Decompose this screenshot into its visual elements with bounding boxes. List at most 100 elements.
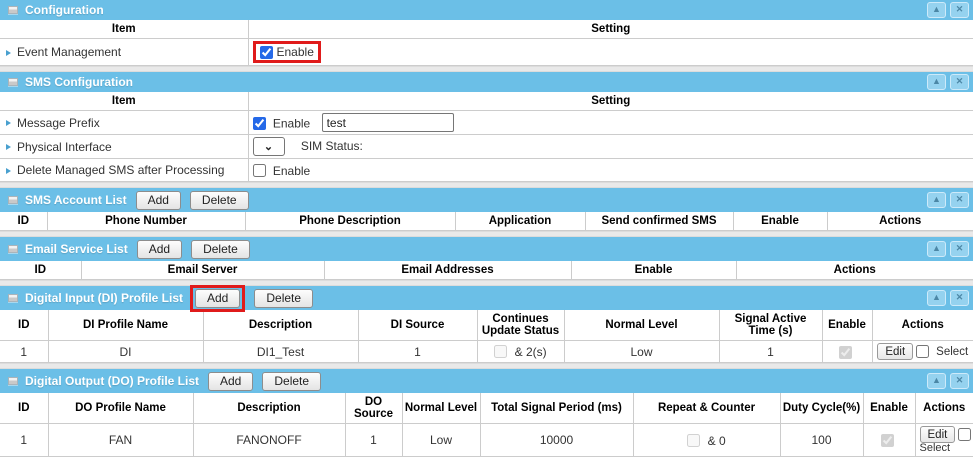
- red-highlight-box: Enable: [253, 41, 321, 63]
- event-management-label: Event Management: [17, 45, 121, 59]
- email-service-add-button[interactable]: Add: [137, 240, 182, 259]
- delete-managed-sms-enable-checkbox[interactable]: [253, 164, 266, 177]
- di-continues-update-cell: & 2(s): [477, 341, 564, 363]
- di-profile-list-section-title: Digital Input (DI) Profile List: [25, 291, 183, 305]
- window-icon: [8, 377, 18, 385]
- email-service-delete-button[interactable]: Delete: [191, 240, 250, 259]
- sms-account-add-button[interactable]: Add: [136, 191, 181, 210]
- do-select-checkbox[interactable]: [958, 428, 971, 441]
- email-service-list-section-header: Email Service List Add Delete ▲ ✕: [0, 237, 973, 261]
- di-id-cell: 1: [0, 341, 48, 363]
- configuration-section-header: Configuration ▲ ✕: [0, 0, 973, 20]
- close-section-button[interactable]: ✕: [950, 241, 969, 257]
- close-icon: ✕: [951, 2, 968, 16]
- close-section-button[interactable]: ✕: [950, 192, 969, 208]
- email-service-list-section: Email Service List Add Delete ▲ ✕ ID Ema…: [0, 237, 973, 280]
- sms-account-list-section: SMS Account List Add Delete ▲ ✕ ID Phone…: [0, 188, 973, 231]
- close-icon: ✕: [951, 241, 968, 255]
- physical-interface-label: Physical Interface: [17, 140, 112, 154]
- close-icon: ✕: [951, 192, 968, 206]
- event-management-enable-checkbox[interactable]: [260, 46, 273, 59]
- window-icon: [8, 294, 18, 302]
- column-header-item: Item: [0, 92, 248, 111]
- collapse-section-button[interactable]: ▲: [927, 290, 946, 306]
- delete-managed-sms-row: Delete Managed SMS after Processing Enab…: [0, 159, 973, 182]
- window-icon: [8, 196, 18, 204]
- do-profile-delete-button[interactable]: Delete: [262, 372, 321, 391]
- window-icon: [8, 245, 18, 253]
- column-header-total-signal-period: Total Signal Period (ms): [480, 393, 633, 424]
- sms-account-list-section-header: SMS Account List Add Delete ▲ ✕: [0, 188, 973, 212]
- sms-account-delete-button[interactable]: Delete: [190, 191, 249, 210]
- configuration-section-title: Configuration: [25, 3, 104, 17]
- di-enable-checkbox: [839, 346, 852, 359]
- close-section-button[interactable]: ✕: [950, 290, 969, 306]
- column-header-do-profile-name: DO Profile Name: [48, 393, 193, 424]
- section-controls: ▲ ✕: [927, 290, 969, 306]
- column-header-di-source: DI Source: [358, 310, 477, 341]
- collapse-section-button[interactable]: ▲: [927, 2, 946, 18]
- red-highlight-box: Add: [190, 285, 245, 312]
- sim-status-label: SIM Status:: [301, 139, 363, 153]
- do-profile-list-section: Digital Output (DO) Profile List Add Del…: [0, 369, 973, 457]
- column-header-normal-level: Normal Level: [402, 393, 480, 424]
- column-header-actions: Actions: [915, 393, 973, 424]
- collapse-section-button[interactable]: ▲: [927, 373, 946, 389]
- column-header-id: ID: [0, 393, 48, 424]
- collapse-section-button[interactable]: ▲: [927, 74, 946, 90]
- do-profile-add-button[interactable]: Add: [208, 372, 253, 391]
- message-prefix-enable-checkbox[interactable]: [253, 117, 266, 130]
- di-select-checkbox[interactable]: [916, 345, 929, 358]
- section-controls: ▲ ✕: [927, 74, 969, 90]
- di-enable-cell: [822, 341, 872, 363]
- column-header-description: Description: [203, 310, 358, 341]
- do-id-cell: 1: [0, 424, 48, 457]
- di-edit-button[interactable]: Edit: [877, 343, 913, 360]
- column-header-application: Application: [455, 212, 585, 231]
- column-header-duty-cycle: Duty Cycle(%): [780, 393, 863, 424]
- do-normal-level-cell: Low: [402, 424, 480, 457]
- message-prefix-input[interactable]: [322, 113, 454, 132]
- close-section-button[interactable]: ✕: [950, 373, 969, 389]
- do-total-signal-period-cell: 10000: [480, 424, 633, 457]
- di-profile-row: 1 DI DI1_Test 1 & 2(s) Low 1 Edit S: [0, 341, 973, 363]
- do-name-cell: FAN: [48, 424, 193, 457]
- column-header-enable: Enable: [571, 261, 736, 280]
- close-section-button[interactable]: ✕: [950, 74, 969, 90]
- chevron-down-icon: ⌄: [264, 140, 273, 153]
- event-handling-config-page: Configuration ▲ ✕ Item Setting Event Man…: [0, 0, 973, 457]
- close-icon: ✕: [951, 290, 968, 304]
- column-header-phone-number: Phone Number: [47, 212, 245, 231]
- do-description-cell: FANONOFF: [193, 424, 345, 457]
- column-header-signal-active-time: Signal Active Time (s): [719, 310, 822, 341]
- enable-checkbox-label: Enable: [273, 163, 310, 177]
- delete-managed-sms-label: Delete Managed SMS after Processing: [17, 163, 224, 177]
- collapse-section-button[interactable]: ▲: [927, 241, 946, 257]
- di-signal-active-time-cell: 1: [719, 341, 822, 363]
- section-controls: ▲ ✕: [927, 192, 969, 208]
- column-header-actions: Actions: [827, 212, 973, 231]
- di-profile-delete-button[interactable]: Delete: [254, 289, 313, 308]
- enable-checkbox-label: Enable: [273, 116, 310, 130]
- event-management-row: Event Management Enable: [0, 39, 973, 66]
- configuration-table: Item Setting Event Management Enable: [0, 20, 973, 66]
- di-profile-add-button[interactable]: Add: [195, 289, 240, 308]
- configuration-section: Configuration ▲ ✕ Item Setting Event Man…: [0, 0, 973, 66]
- do-profile-list-section-header: Digital Output (DO) Profile List Add Del…: [0, 369, 973, 393]
- continues-update-checkbox: [494, 345, 507, 358]
- window-icon: [8, 78, 18, 86]
- close-section-button[interactable]: ✕: [950, 2, 969, 18]
- do-profile-table: ID DO Profile Name Description DO Source…: [0, 393, 973, 457]
- item-bullet-icon: [6, 120, 11, 126]
- sms-configuration-section-header: SMS Configuration ▲ ✕: [0, 72, 973, 92]
- do-actions-cell: Edit Select: [915, 424, 973, 457]
- collapse-section-button[interactable]: ▲: [927, 192, 946, 208]
- column-header-enable: Enable: [822, 310, 872, 341]
- section-controls: ▲ ✕: [927, 373, 969, 389]
- do-edit-button[interactable]: Edit: [920, 426, 956, 443]
- do-profile-list-section-title: Digital Output (DO) Profile List: [25, 374, 199, 388]
- collapse-arrow-icon: ▲: [928, 192, 945, 206]
- column-header-enable: Enable: [733, 212, 827, 231]
- column-header-phone-description: Phone Description: [245, 212, 455, 231]
- physical-interface-select[interactable]: ⌄: [253, 137, 285, 156]
